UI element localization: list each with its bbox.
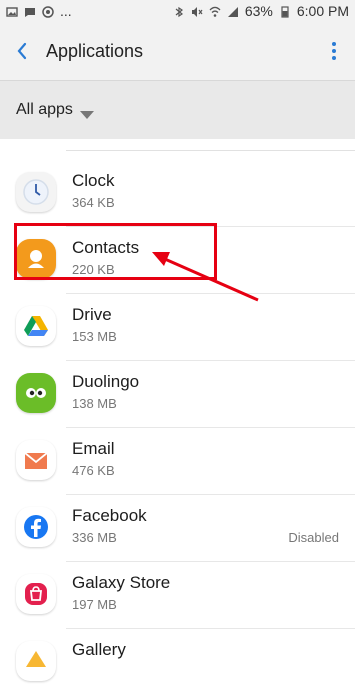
app-name: Duolingo [72, 372, 140, 391]
list-item-facebook[interactable]: Facebook 336 MB Disabled [0, 495, 355, 562]
app-size: 138 MB [72, 396, 117, 411]
page-title: Applications [46, 41, 144, 61]
message-notification-icon [24, 5, 36, 17]
list-item-email[interactable]: Email 476 KB [0, 428, 355, 495]
gallery-icon [16, 641, 56, 681]
list-item-contacts[interactable]: Contacts 220 KB [0, 227, 355, 294]
app-name: Contacts [72, 238, 140, 257]
facebook-icon [16, 507, 56, 547]
app-size: 476 KB [72, 463, 115, 478]
app-name: Galaxy Store [72, 573, 171, 592]
app-size: 153 MB [72, 329, 117, 344]
list-item-galaxy-store[interactable]: Galaxy Store 197 MB [0, 562, 355, 629]
app-name: Facebook [72, 506, 147, 525]
app-size: 364 KB [72, 195, 115, 210]
list-item-gallery[interactable]: Gallery [0, 629, 355, 696]
filter-bar[interactable]: All apps [0, 80, 355, 139]
email-icon [16, 440, 56, 480]
galaxy-store-icon [16, 574, 56, 614]
list-divider [66, 150, 355, 151]
status-bar: ... 63% 6:00 PM [0, 0, 355, 24]
dropdown-caret-icon[interactable] [80, 106, 94, 119]
app-size: 197 MB [72, 597, 117, 612]
image-notification-icon [6, 5, 18, 17]
duolingo-icon [16, 373, 56, 413]
bluetooth-icon [173, 5, 185, 18]
signal-icon [227, 5, 239, 17]
mute-icon [191, 5, 203, 17]
app-name: Gallery [72, 640, 126, 659]
clock-time: 6:00 PM [296, 3, 349, 19]
app-status: Disabled [288, 530, 339, 545]
app-name: Clock [72, 171, 115, 190]
overflow-menu-icon[interactable] [329, 41, 339, 61]
clock-icon [16, 172, 56, 212]
app-bar: Applications [0, 24, 355, 80]
app-size: 220 KB [72, 262, 115, 277]
battery-percent: 63% [244, 3, 273, 19]
chrome-notification-icon [42, 5, 54, 18]
battery-icon [279, 5, 291, 18]
wifi-icon [209, 5, 221, 17]
contacts-icon [16, 239, 56, 279]
back-arrow-icon[interactable] [14, 41, 32, 61]
app-name: Email [72, 439, 115, 458]
list-item-duolingo[interactable]: Duolingo 138 MB [0, 361, 355, 428]
drive-icon [16, 306, 56, 346]
list-item-clock[interactable]: Clock 364 KB [0, 160, 355, 227]
app-size: 336 MB [72, 530, 117, 545]
filter-label[interactable]: All apps [16, 101, 73, 119]
list-item-drive[interactable]: Drive 153 MB [0, 294, 355, 361]
more-notifications-dots: ... [60, 3, 72, 19]
app-name: Drive [72, 305, 112, 324]
status-left: ... [6, 3, 72, 19]
status-right: 63% 6:00 PM [173, 3, 349, 19]
app-list: Clock 364 KB Contacts 220 KB Drive 153 M… [0, 138, 355, 681]
